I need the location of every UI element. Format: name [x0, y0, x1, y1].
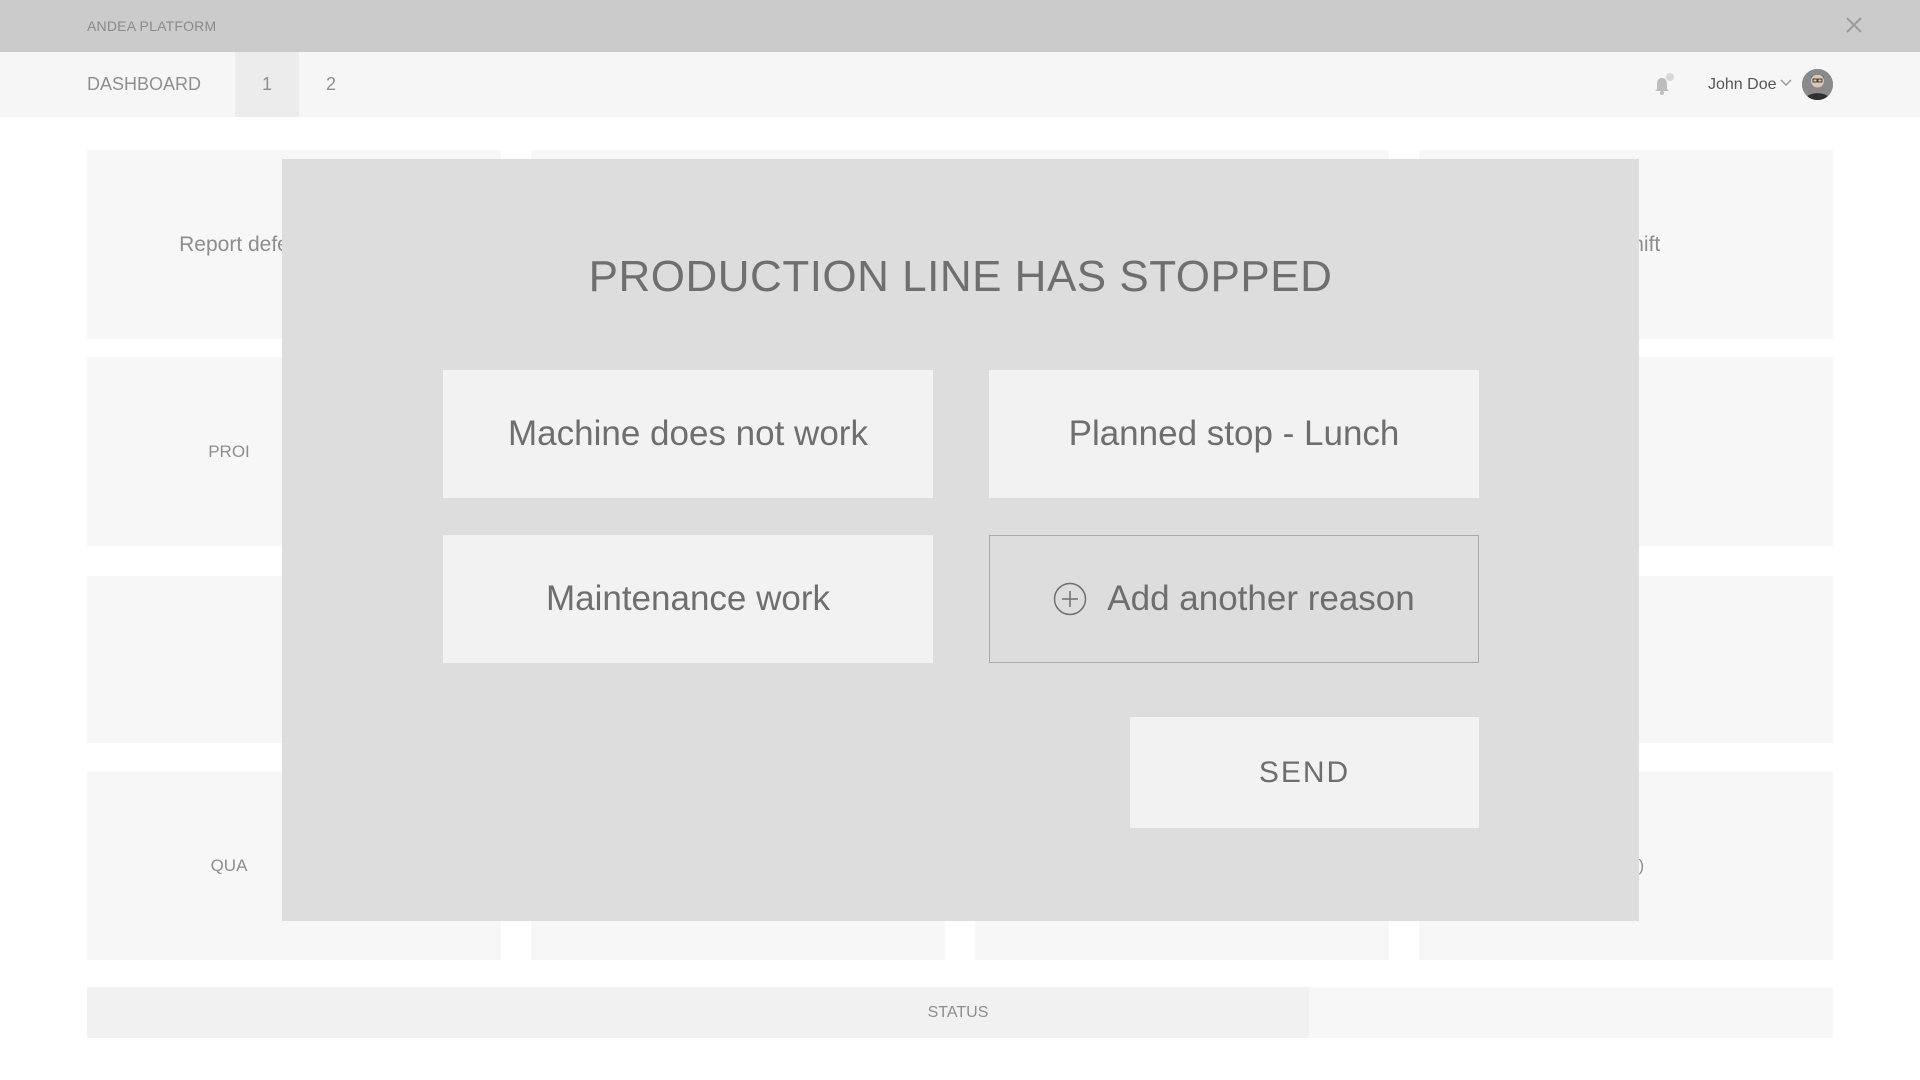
tab-2[interactable]: 2: [299, 52, 363, 117]
add-reason-button[interactable]: Add another reason: [989, 535, 1479, 663]
reason-machine-button[interactable]: Machine does not work: [443, 370, 933, 498]
tab-1[interactable]: 1: [235, 52, 299, 117]
modal-title: PRODUCTION LINE HAS STOPPED: [588, 252, 1333, 301]
status-label: STATUS: [927, 1004, 989, 1021]
add-reason-label: Add another reason: [1107, 579, 1415, 618]
title-bar: ANDEA PLATFORM: [0, 0, 1920, 52]
status-bar: STATUS: [87, 987, 1833, 1038]
reason-maintenance-button[interactable]: Maintenance work: [443, 535, 933, 663]
chevron-down-icon[interactable]: [1780, 78, 1792, 88]
tile-quality-label: QUA: [210, 855, 248, 875]
tile-production-label: PROI: [208, 441, 250, 461]
reason-machine-label: Machine does not work: [508, 414, 868, 453]
tile-report-defect-label: Report defe: [179, 232, 289, 256]
app-title: ANDEA PLATFORM: [87, 18, 217, 34]
avatar[interactable]: [1802, 69, 1833, 100]
production-stop-modal: PRODUCTION LINE HAS STOPPED Machine does…: [282, 159, 1639, 921]
close-icon[interactable]: [1843, 14, 1865, 36]
reason-lunch-button[interactable]: Planned stop - Lunch: [989, 370, 1479, 498]
reason-lunch-label: Planned stop - Lunch: [1068, 414, 1400, 453]
notification-badge: [1666, 73, 1674, 81]
send-label: SEND: [1258, 755, 1351, 789]
plus-circle-icon: [1054, 582, 1087, 616]
nav-dashboard-link[interactable]: DASHBOARD: [87, 52, 201, 117]
user-name[interactable]: John Doe: [1708, 52, 1777, 117]
send-button[interactable]: SEND: [1130, 717, 1479, 828]
reason-maintenance-label: Maintenance work: [545, 579, 831, 618]
